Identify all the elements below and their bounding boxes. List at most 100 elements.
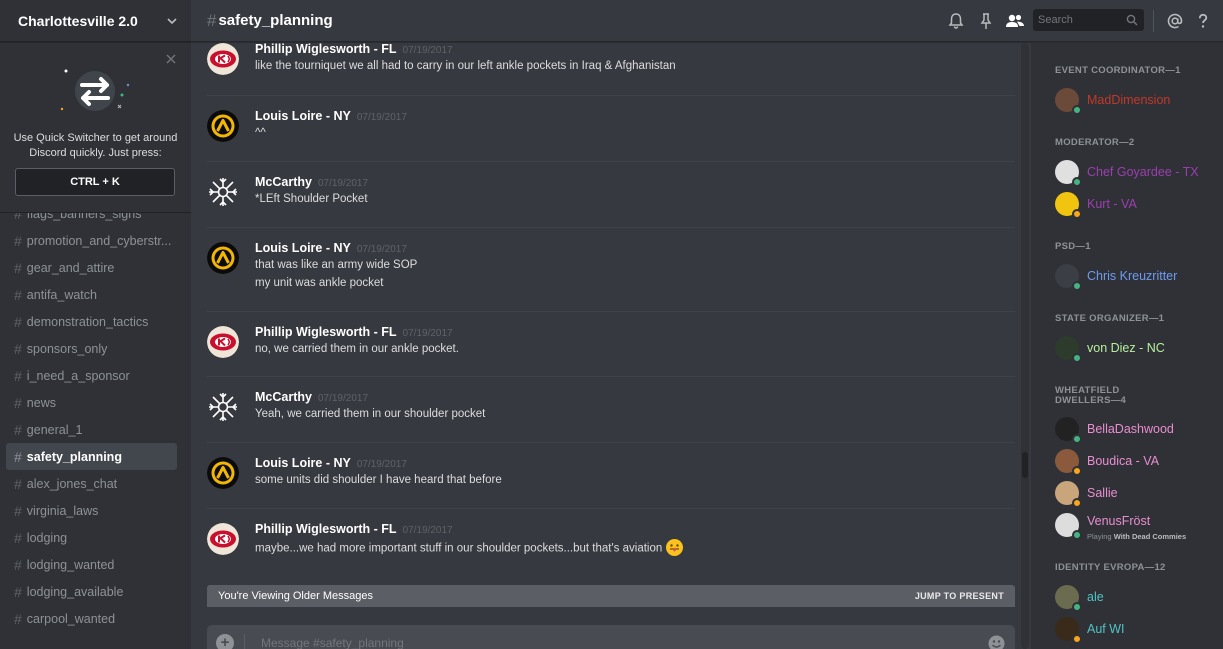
message-author[interactable]: Louis Loire - NY [255,241,351,255]
channel-item[interactable]: # alex_jones_chat [6,470,177,497]
message-author[interactable]: Louis Loire - NY [255,456,351,470]
channel-list: # flags_banners_signs # promotion_and_cyber… [0,200,191,632]
channel-item[interactable]: # promotion_and_cyberstr... [6,227,177,254]
message-author[interactable]: Louis Loire - NY [255,109,351,123]
member-item[interactable]: von Diez - NC [1055,336,1215,363]
member-item[interactable]: BellaDashwood [1055,417,1215,444]
hash-icon: # [14,475,22,492]
channel-item[interactable]: # carpool_wanted [6,605,177,632]
channel-item[interactable]: # lodging_available [6,578,177,605]
channel-item[interactable]: # safety_planning [6,443,177,470]
chevron-down-icon[interactable] [167,16,177,26]
member-item[interactable]: Sallie [1055,481,1215,508]
hash-icon: # [14,448,22,465]
avatar[interactable] [207,523,239,555]
avatar [1055,417,1082,444]
quick-switcher-text: Use Quick Switcher to get around Discord… [10,131,181,161]
message-header: Phillip Wiglesworth - FL 07/19/2017 [255,43,453,56]
message-composer: + Message #safety_planning [207,625,1015,649]
activity-prefix: Playing [1087,532,1114,541]
hash-icon: # [14,259,22,276]
avatar[interactable] [207,391,239,423]
toolbar-divider [1153,10,1154,32]
bell-icon[interactable] [947,12,965,30]
avatar [1055,160,1082,187]
avatar [1055,481,1082,508]
channel-item[interactable]: # virginia_laws [6,497,177,524]
message-author[interactable]: Phillip Wiglesworth - FL [255,325,397,339]
server-header[interactable]: Charlottesville 2.0 [0,0,191,42]
channel-item[interactable]: # lodging [6,524,177,551]
message-content: like the tourniquet we all had to carry … [255,60,676,72]
close-icon[interactable] [165,53,177,65]
message-author[interactable]: Phillip Wiglesworth - FL [255,43,397,56]
avatar[interactable] [207,110,239,142]
member-item[interactable]: ale [1055,585,1215,612]
avatar[interactable] [207,326,239,358]
member-item[interactable]: VenusFröst Playing With Dead Commies [1055,513,1215,541]
hash-icon: # [14,232,22,249]
message-header: Louis Loire - NY 07/19/2017 [255,456,407,470]
avatar[interactable] [207,242,239,274]
pin-icon[interactable] [977,12,995,30]
message-header: McCarthy 07/19/2017 [255,175,368,189]
channel-name: gear_and_attire [26,260,115,275]
message-group: Louis Loire - NY 07/19/2017 that was like … [207,227,1015,311]
scrollbar-track[interactable] [1021,43,1029,649]
role-header: IDENTITY EVROPA—12 [1055,562,1166,573]
message-timestamp: 07/19/2017 [356,112,407,123]
status-indicator-icon [1072,466,1082,476]
message-content: *LEft Shoulder Pocket [255,193,368,205]
channel-item[interactable]: # i_need_a_sponsor [6,362,177,389]
message-text: maybe...we had more important stuff in o… [255,542,663,555]
message-content: some units did shoulder I have heard tha… [255,474,502,486]
server-name: Charlottesville 2.0 [18,12,138,29]
avatar[interactable] [207,43,239,75]
avatar [1055,449,1082,476]
status-indicator-icon [1072,105,1082,115]
channel-name: safety_planning [218,12,333,29]
channel-item[interactable]: # gear_and_attire [6,254,177,281]
message-author[interactable]: McCarthy [255,390,312,404]
upload-plus-icon[interactable]: + [216,634,234,649]
message-group: Phillip Wiglesworth - FL 07/19/2017 like t… [207,43,1015,95]
emoji-picker-icon[interactable] [988,635,1005,649]
message-author[interactable]: McCarthy [255,175,312,189]
members-icon[interactable] [1005,12,1025,30]
at-icon[interactable] [1166,12,1184,30]
jump-to-present-button[interactable]: JUMP TO PRESENT [915,591,1004,601]
member-name: BellaDashwood [1087,422,1174,436]
message-group: Phillip Wiglesworth - FL 07/19/2017 no, we… [207,311,1015,376]
avatar[interactable] [207,176,239,208]
channel-item[interactable]: # demonstration_tactics [6,308,177,335]
search-input[interactable]: Search [1033,9,1144,31]
status-indicator-icon [1072,434,1082,444]
member-item[interactable]: Auf WI [1055,617,1215,644]
role-header: STATE ORGANIZER—1 [1055,313,1165,324]
message-content: Yeah, we carried them in our shoulder po… [255,408,485,420]
channel-name: i_need_a_sponsor [26,368,130,383]
status-indicator-icon [1072,530,1082,540]
member-item[interactable]: Boudica - VA [1055,449,1215,476]
message-author[interactable]: Phillip Wiglesworth - FL [255,522,397,536]
channel-item[interactable]: # sponsors_only [6,335,177,362]
message-text: Yeah, we carried them in our shoulder po… [255,408,486,420]
message-text: like the tourniquet we all had to carry … [255,60,676,72]
member-item[interactable]: Chef Goyardee - TX [1055,160,1215,187]
channel-item[interactable]: # antifa_watch [6,281,177,308]
avatar[interactable] [207,457,239,489]
member-item[interactable]: Chris Kreuzritter [1055,264,1215,291]
status-indicator-icon [1072,353,1082,363]
member-item[interactable]: MadDimension [1055,88,1215,115]
channel-item[interactable]: # news [6,389,177,416]
quick-switcher-shortcut-button[interactable]: CTRL + K [15,168,175,196]
message-text: that was like an army wide SOP [255,259,418,271]
channel-item[interactable]: # lodging_wanted [6,551,177,578]
message-content: ^^ [255,127,266,139]
scrollbar-thumb[interactable] [1022,452,1028,478]
help-icon[interactable] [1194,12,1212,30]
message-text: some units did shoulder I have heard tha… [255,474,502,486]
channel-item[interactable]: # general_1 [6,416,177,443]
message-input[interactable]: Message #safety_planning [244,634,988,649]
member-item[interactable]: Kurt - VA [1055,192,1215,219]
